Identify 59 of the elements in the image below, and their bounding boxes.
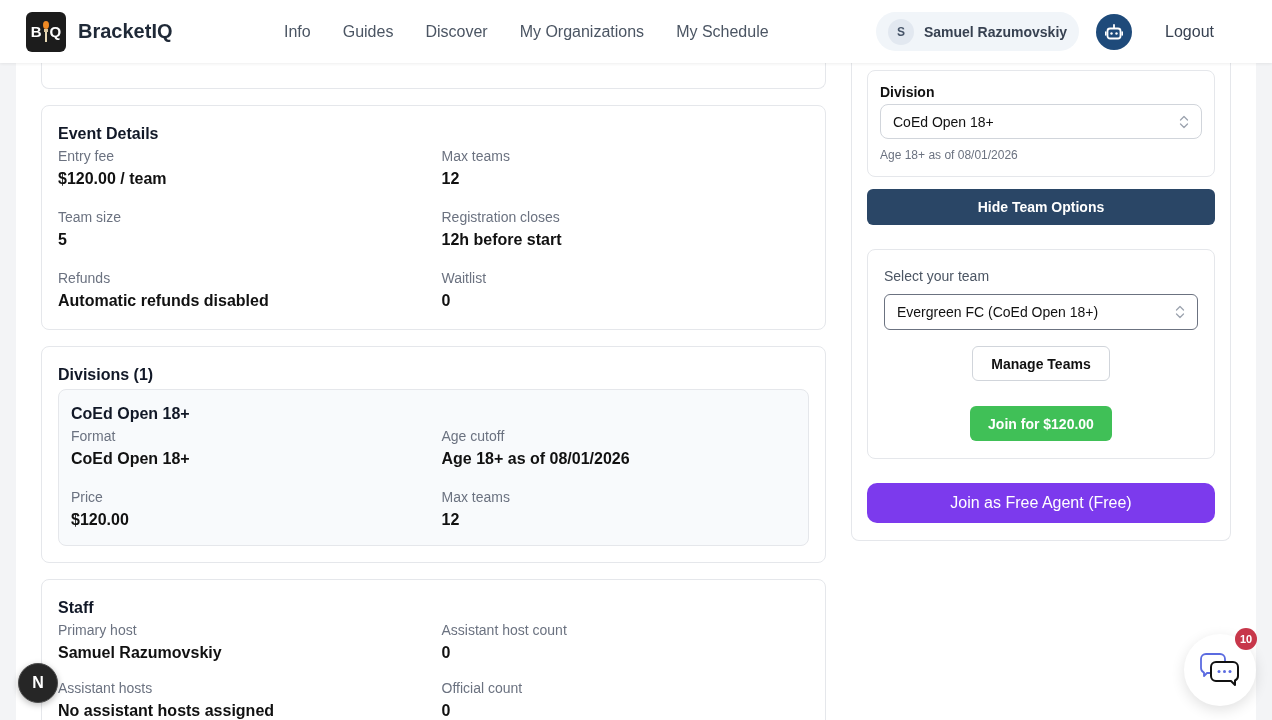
field-value: 12 <box>441 510 460 530</box>
team-select[interactable]: Evergreen FC (CoEd Open 18+) <box>884 294 1198 330</box>
field-label: Format <box>71 427 116 446</box>
free-agent-button[interactable]: Join as Free Agent (Free) <box>867 483 1215 523</box>
field-value: No assistant hosts assigned <box>58 701 275 720</box>
nav-link[interactable]: Guides <box>342 19 394 44</box>
user-menu[interactable]: S Samuel Razumovskiy <box>875 12 1080 51</box>
robot-icon <box>1105 23 1124 40</box>
field-value: 0 <box>441 643 451 663</box>
nav-link[interactable]: Discover <box>425 19 488 44</box>
torch-icon <box>41 21 50 42</box>
manage-teams-button[interactable]: Manage Teams <box>972 346 1110 381</box>
brand-name: BracketIQ <box>78 20 173 43</box>
field-value: 0 <box>441 701 451 720</box>
hide-team-options-button[interactable]: Hide Team Options <box>867 189 1215 225</box>
section-title: Event Details <box>58 124 160 144</box>
field-value: 0 <box>441 291 451 311</box>
field-value: $120.00 / team <box>58 169 167 189</box>
assistant-button[interactable] <box>1096 13 1133 50</box>
field-value: CoEd Open 18+ <box>71 449 190 469</box>
field-label: Assistant host count <box>441 621 567 640</box>
field-label: Official count <box>441 679 523 698</box>
field-label: Primary host <box>58 621 137 640</box>
field-value: Samuel Razumovskiy <box>58 643 222 663</box>
logout-button[interactable]: Logout <box>1149 14 1230 49</box>
field-label: Refunds <box>58 269 111 288</box>
field-label: Max teams <box>441 488 510 507</box>
section-title: Divisions (1) <box>58 365 155 385</box>
nav-link[interactable]: Info <box>284 19 311 44</box>
division-name: CoEd Open 18+ <box>71 404 191 424</box>
field-label: Max teams <box>441 147 510 166</box>
field-value: Automatic refunds disabled <box>58 291 269 311</box>
field-label: Age cutoff <box>441 427 505 446</box>
field-label: Registration closes <box>441 208 560 227</box>
chat-bubbles-icon <box>1200 653 1240 687</box>
field-value: 5 <box>58 230 67 250</box>
chevron-updown-icon <box>1175 305 1185 319</box>
field-value: 12 <box>441 169 460 189</box>
field-value: 12h before start <box>441 230 562 250</box>
field-value: Age 18+ as of 08/01/2026 <box>441 449 630 469</box>
field-label: Select your team <box>884 267 990 286</box>
section-title: Staff <box>58 598 95 618</box>
user-name: Samuel Razumovskiy <box>923 23 1068 40</box>
field-label: Price <box>71 488 103 507</box>
field-value: $120.00 <box>71 510 129 530</box>
field-label: Waitlist <box>441 269 487 288</box>
division-select[interactable]: CoEd Open 18+ <box>880 104 1202 139</box>
field-label: Entry fee <box>58 147 115 166</box>
chevron-updown-icon <box>1179 114 1189 129</box>
hint-text: Age 18+ as of 08/01/2026 <box>880 147 1018 163</box>
logo-letter: Q <box>49 22 62 41</box>
brand-logo[interactable]: B Q <box>26 11 66 52</box>
field-label: Assistant hosts <box>58 679 153 698</box>
logo-letter: B <box>30 22 42 41</box>
nav-link[interactable]: My Organizations <box>519 19 645 44</box>
field-label: Team size <box>58 208 122 227</box>
field-label: Division <box>880 83 935 102</box>
nav-link[interactable]: My Schedule <box>676 19 769 44</box>
avatar-initial: S <box>887 18 914 45</box>
